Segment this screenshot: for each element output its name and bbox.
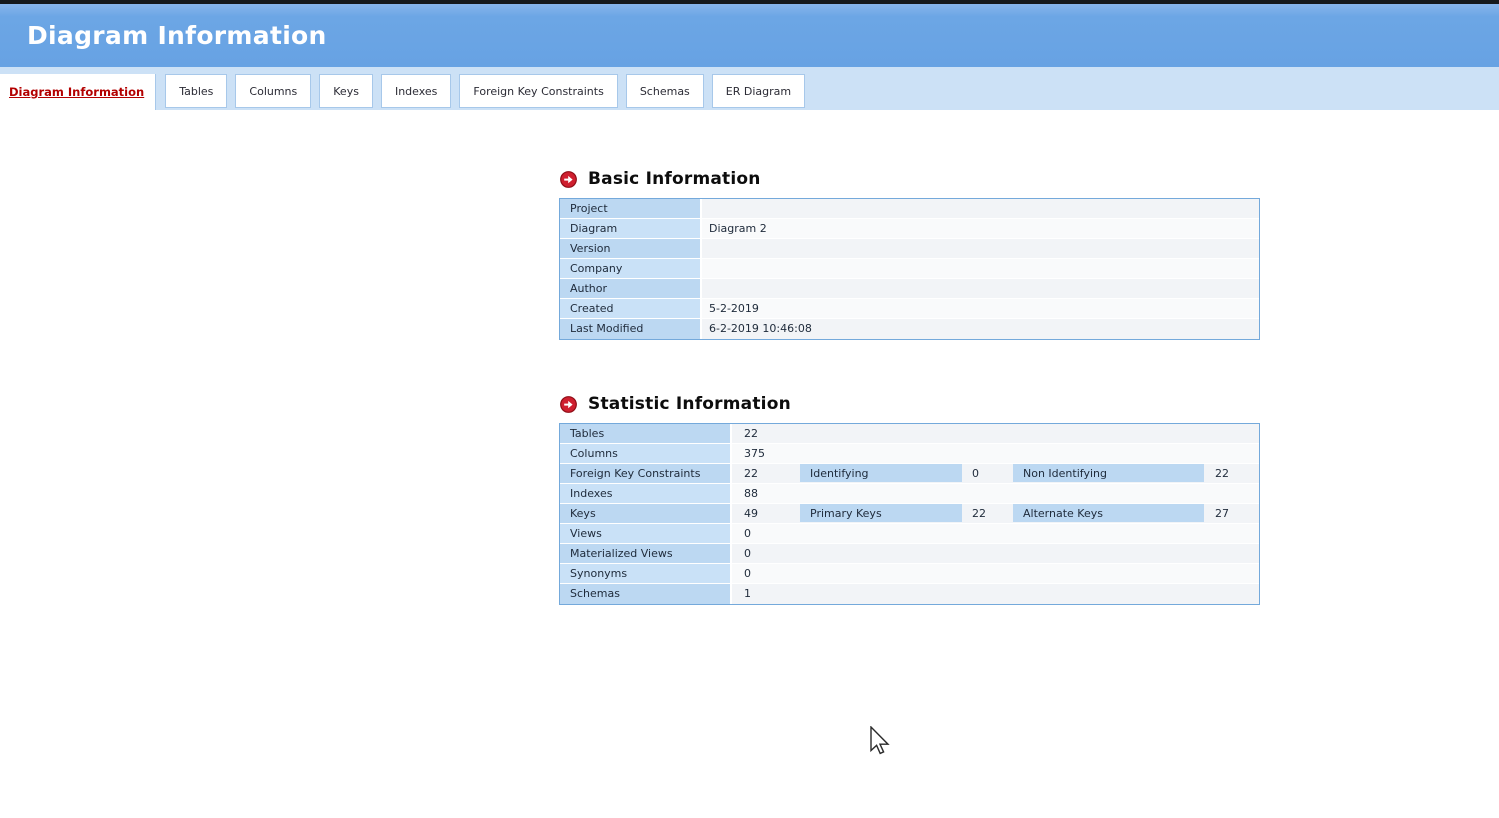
report-content: Basic Information Project Diagram Diagram … bbox=[559, 110, 1260, 605]
row-label-version: Version bbox=[560, 239, 702, 259]
basic-row-last-modified: Last Modified 6-2-2019 10:46:08 bbox=[560, 319, 1259, 339]
row-value-synonyms: 0 bbox=[732, 564, 797, 584]
row-label-indexes: Indexes bbox=[560, 484, 732, 504]
row-detail-foreign-key-constraints: Identifying 0 Non Identifying 22 bbox=[797, 464, 1259, 484]
stat-row-columns: Columns 375 bbox=[560, 444, 1259, 464]
sub-value-primary-keys: 22 bbox=[972, 507, 986, 520]
row-label-columns: Columns bbox=[560, 444, 732, 464]
row-label-last-modified: Last Modified bbox=[560, 319, 702, 339]
row-detail-indexes bbox=[797, 484, 1259, 504]
row-detail-schemas bbox=[797, 584, 1259, 604]
page-title: Diagram Information bbox=[27, 21, 327, 50]
basic-row-created: Created 5-2-2019 bbox=[560, 299, 1259, 319]
row-value-last-modified: 6-2-2019 10:46:08 bbox=[702, 319, 1259, 339]
row-detail-tables bbox=[797, 424, 1259, 444]
basic-information-table: Project Diagram Diagram 2 Version Company Aut… bbox=[559, 198, 1260, 340]
tab-bar: Diagram Information Tables Columns Keys Inde… bbox=[0, 67, 1499, 110]
sub-label-alternate-keys: Alternate Keys bbox=[1013, 504, 1204, 522]
basic-row-company: Company bbox=[560, 259, 1259, 279]
row-value-company bbox=[702, 259, 1259, 279]
stat-row-keys: Keys 49 Primary Keys 22 Alternate Keys 27 bbox=[560, 504, 1259, 524]
sub-label-primary-keys: Primary Keys bbox=[800, 504, 962, 522]
basic-row-diagram: Diagram Diagram 2 bbox=[560, 219, 1259, 239]
row-value-columns: 375 bbox=[732, 444, 797, 464]
stat-row-synonyms: Synonyms 0 bbox=[560, 564, 1259, 584]
row-label-project: Project bbox=[560, 199, 702, 219]
tab-er-diagram[interactable]: ER Diagram bbox=[711, 74, 806, 108]
stat-row-schemas: Schemas 1 bbox=[560, 584, 1259, 604]
sub-value-alternate-keys: 27 bbox=[1215, 507, 1229, 520]
tab-foreign-key-constraints[interactable]: Foreign Key Constraints bbox=[459, 74, 618, 108]
red-arrow-icon bbox=[560, 170, 577, 188]
section-statistic-information: Statistic Information Tables 22 Columns 375… bbox=[559, 394, 1260, 605]
row-value-version bbox=[702, 239, 1259, 259]
row-label-created: Created bbox=[560, 299, 702, 319]
row-detail-columns bbox=[797, 444, 1259, 464]
statistic-information-table: Tables 22 Columns 375 Foreign Key Constraint… bbox=[559, 423, 1260, 605]
row-value-views: 0 bbox=[732, 524, 797, 544]
stat-row-materialized-views: Materialized Views 0 bbox=[560, 544, 1259, 564]
row-value-indexes: 88 bbox=[732, 484, 797, 504]
row-value-project bbox=[702, 199, 1259, 219]
tab-keys[interactable]: Keys bbox=[319, 74, 373, 108]
tab-tables[interactable]: Tables bbox=[165, 74, 228, 108]
stat-row-foreign-key-constraints: Foreign Key Constraints 22 Identifying 0 Non… bbox=[560, 464, 1259, 484]
row-label-tables: Tables bbox=[560, 424, 732, 444]
mouse-cursor bbox=[869, 725, 895, 764]
tab-indexes[interactable]: Indexes bbox=[380, 74, 452, 108]
sub-label-non-identifying: Non Identifying bbox=[1013, 464, 1204, 482]
basic-information-header: Basic Information bbox=[560, 169, 1260, 189]
tab-diagram-information[interactable]: Diagram Information bbox=[0, 74, 157, 110]
row-value-schemas: 1 bbox=[732, 584, 797, 604]
row-label-materialized-views: Materialized Views bbox=[560, 544, 732, 564]
sub-value-identifying: 0 bbox=[972, 467, 979, 480]
basic-row-version: Version bbox=[560, 239, 1259, 259]
stat-row-views: Views 0 bbox=[560, 524, 1259, 544]
red-arrow-icon bbox=[560, 395, 577, 413]
row-detail-views bbox=[797, 524, 1259, 544]
row-value-materialized-views: 0 bbox=[732, 544, 797, 564]
section-title-statistic: Statistic Information bbox=[588, 394, 791, 414]
row-label-schemas: Schemas bbox=[560, 584, 732, 604]
section-title-basic: Basic Information bbox=[588, 169, 761, 189]
stat-row-tables: Tables 22 bbox=[560, 424, 1259, 444]
row-label-diagram: Diagram bbox=[560, 219, 702, 239]
row-value-foreign-key-constraints: 22 bbox=[732, 464, 797, 484]
row-label-keys: Keys bbox=[560, 504, 732, 524]
basic-row-author: Author bbox=[560, 279, 1259, 299]
row-label-foreign-key-constraints: Foreign Key Constraints bbox=[560, 464, 732, 484]
row-value-keys: 49 bbox=[732, 504, 797, 524]
row-value-author bbox=[702, 279, 1259, 299]
page-header: Diagram Information bbox=[0, 4, 1499, 67]
basic-row-project: Project bbox=[560, 199, 1259, 219]
tab-schemas[interactable]: Schemas bbox=[625, 74, 704, 108]
sub-value-non-identifying: 22 bbox=[1215, 467, 1229, 480]
section-basic-information: Basic Information Project Diagram Diagram … bbox=[559, 169, 1260, 340]
statistic-information-header: Statistic Information bbox=[560, 394, 1260, 414]
row-label-synonyms: Synonyms bbox=[560, 564, 732, 584]
row-value-created: 5-2-2019 bbox=[702, 299, 1259, 319]
row-label-views: Views bbox=[560, 524, 732, 544]
stat-row-indexes: Indexes 88 bbox=[560, 484, 1259, 504]
row-label-company: Company bbox=[560, 259, 702, 279]
row-detail-materialized-views bbox=[797, 544, 1259, 564]
row-detail-synonyms bbox=[797, 564, 1259, 584]
row-value-tables: 22 bbox=[732, 424, 797, 444]
tab-columns[interactable]: Columns bbox=[235, 74, 312, 108]
row-label-author: Author bbox=[560, 279, 702, 299]
sub-label-identifying: Identifying bbox=[800, 464, 962, 482]
row-value-diagram: Diagram 2 bbox=[702, 219, 1259, 239]
row-detail-keys: Primary Keys 22 Alternate Keys 27 bbox=[797, 504, 1259, 524]
